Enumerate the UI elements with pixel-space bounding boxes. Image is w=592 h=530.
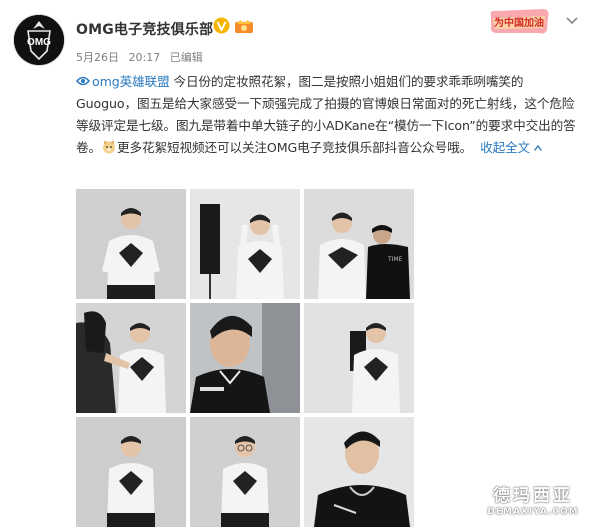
- photo-7[interactable]: [76, 417, 186, 527]
- post-date[interactable]: 5月26日: [76, 51, 119, 64]
- photo-5-image: [190, 303, 300, 413]
- post-meta: 5月26日 20:17 已编辑: [76, 49, 209, 65]
- vip-member-icon[interactable]: [234, 19, 254, 34]
- photo-9-image: [304, 417, 414, 527]
- mention-text: omg英雄联盟: [92, 74, 170, 89]
- chevron-down-icon[interactable]: [566, 16, 578, 26]
- promo-badge[interactable]: 为中国加油: [487, 6, 551, 36]
- photo-7-image: [76, 417, 186, 527]
- photo-3-image: TIME: [304, 189, 414, 299]
- account-name[interactable]: OMG电子竞技俱乐部: [76, 19, 213, 39]
- svg-text:TIME: TIME: [387, 256, 403, 263]
- omg-logo-icon: OMG: [14, 15, 64, 65]
- edited-label[interactable]: 已编辑: [170, 51, 203, 64]
- post-body: omg英雄联盟 今日份的定妆照花絮，图二是按照小姐姐们的要求乖乖咧嘴笑的Guog…: [76, 71, 581, 159]
- photo-1[interactable]: [76, 189, 186, 299]
- chevron-up-icon: [533, 144, 542, 151]
- photo-8-image: [190, 417, 300, 527]
- account-avatar[interactable]: OMG: [14, 15, 64, 65]
- photo-5[interactable]: [190, 303, 300, 413]
- site-watermark: 德玛西亚 DEMAXIYA.COM: [485, 486, 581, 518]
- collapse-label: 收起全文: [480, 140, 531, 155]
- photo-8[interactable]: [190, 417, 300, 527]
- photo-1-image: [76, 189, 186, 299]
- photo-4[interactable]: [76, 303, 186, 413]
- photo-6[interactable]: [304, 303, 414, 413]
- photo-6-image: [304, 303, 414, 413]
- watermark-cn: 德玛西亚: [493, 486, 573, 506]
- super-topic-icon: [76, 76, 90, 86]
- doge-emoji-icon: [103, 140, 115, 154]
- post-time[interactable]: 20:17: [129, 51, 161, 64]
- verified-v-icon: [213, 17, 230, 34]
- photo-9[interactable]: [304, 417, 414, 527]
- photo-4-image: [76, 303, 186, 413]
- super-topic-link[interactable]: omg英雄联盟: [76, 74, 170, 89]
- promo-text: 为中国加油: [494, 16, 544, 29]
- photo-2-image: [190, 189, 300, 299]
- photo-2[interactable]: [190, 189, 300, 299]
- post-text-part2: 更多花絮短视频还可以关注OMG电子竞技俱乐部抖音公众号哦。: [117, 140, 473, 155]
- collapse-button[interactable]: 收起全文: [480, 140, 542, 155]
- watermark-en: DEMAXIYA.COM: [487, 507, 579, 517]
- svg-text:OMG: OMG: [27, 37, 51, 48]
- photo-3[interactable]: TIME: [304, 189, 414, 299]
